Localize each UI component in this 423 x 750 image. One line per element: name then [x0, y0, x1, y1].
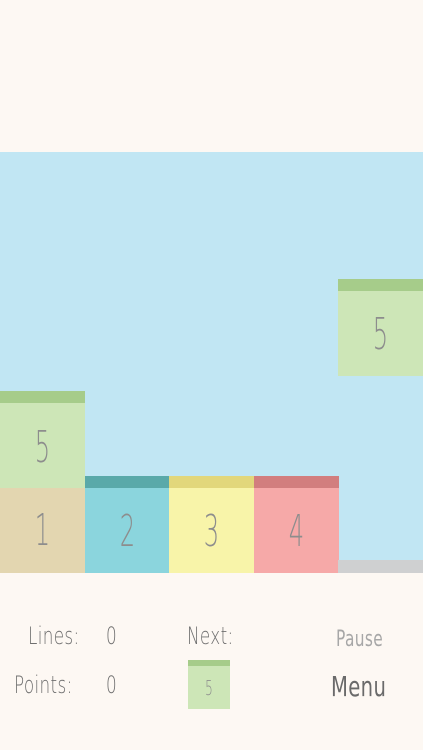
block-number: 5 [34, 421, 51, 473]
block-number: 3 [203, 506, 220, 557]
menu-button[interactable]: Menu [331, 670, 386, 703]
block-cap [169, 476, 254, 488]
lines-value: 0 [106, 622, 118, 650]
game-board[interactable]: 5 5 1 2 3 4 [0, 152, 423, 573]
points-label: Points: [14, 671, 73, 699]
pause-button[interactable]: Pause [336, 627, 383, 652]
stacked-block: 5 [0, 391, 85, 489]
next-block-number: 5 [205, 675, 213, 700]
block-number: 5 [372, 309, 389, 360]
stacked-block: 2 [85, 476, 170, 573]
block-cap [0, 391, 85, 403]
falling-block[interactable]: 5 [338, 279, 423, 376]
next-block-preview: 5 [188, 660, 230, 709]
stacked-block: 4 [254, 476, 339, 573]
block-number: 1 [34, 505, 51, 556]
stacked-block: 1 [0, 488, 85, 573]
block-number: 4 [288, 506, 305, 557]
next-label: Next: [187, 622, 234, 650]
block-cap [254, 476, 339, 488]
stacked-block: 3 [169, 476, 254, 573]
points-value: 0 [106, 671, 118, 699]
lines-label: Lines: [28, 622, 80, 650]
block-cap [85, 476, 170, 488]
block-cap [338, 279, 423, 291]
game-screen: 5 5 1 2 3 4 Lines: 0 Points: 0 Next: 5 P… [0, 0, 423, 750]
block-number: 2 [119, 506, 136, 557]
floor-strip [338, 560, 423, 573]
